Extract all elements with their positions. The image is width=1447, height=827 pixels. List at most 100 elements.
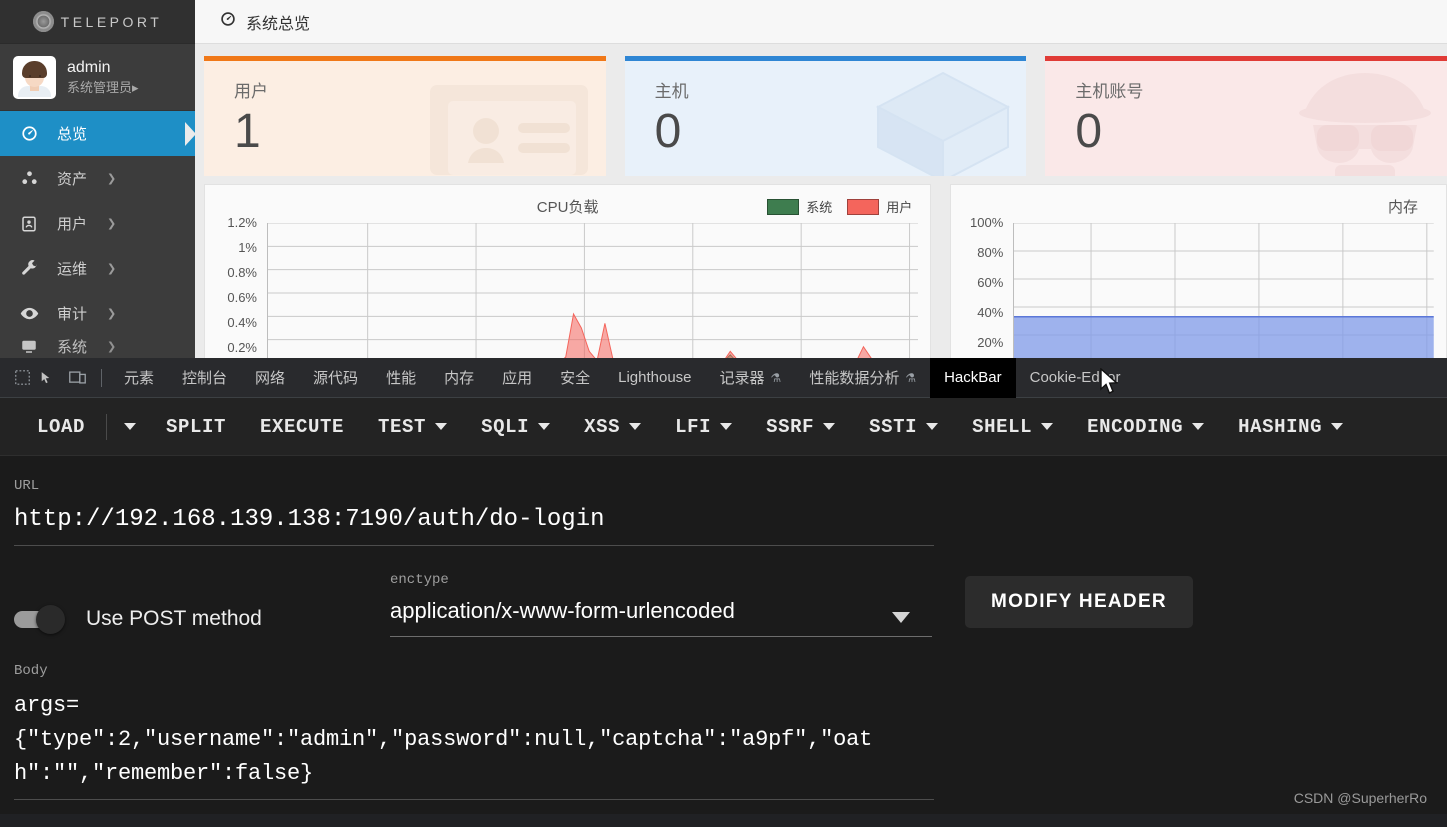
hackbar-ssrf-menu[interactable]: SSRF bbox=[749, 416, 852, 438]
sidebar-item-label: 审计 bbox=[57, 306, 88, 323]
chevron-down-icon[interactable] bbox=[892, 612, 910, 623]
post-method-toggle[interactable] bbox=[14, 605, 70, 634]
dashboard-icon bbox=[18, 124, 40, 143]
dashboard-icon bbox=[219, 10, 237, 33]
toolbar-divider bbox=[101, 368, 102, 387]
hackbar-test-menu[interactable]: TEST bbox=[361, 416, 464, 438]
tab-recorder[interactable]: 记录器 ⚗ bbox=[706, 358, 796, 398]
hackbar-shell-menu[interactable]: SHELL bbox=[955, 416, 1070, 438]
stat-card-hosts[interactable]: 主机 0 bbox=[624, 56, 1027, 176]
tab-sources[interactable]: 源代码 bbox=[299, 358, 372, 398]
sidebar-item-ops[interactable]: 运维 ❯ bbox=[0, 246, 195, 291]
hackbar-split-button[interactable]: SPLIT bbox=[149, 416, 243, 438]
tab-application[interactable]: 应用 bbox=[488, 358, 546, 398]
cursor-arrow-icon bbox=[29, 364, 61, 392]
id-card-art-icon bbox=[426, 81, 592, 176]
menu-divider bbox=[106, 413, 108, 440]
ytick: 20% bbox=[977, 335, 1004, 350]
screenshot-root: TELEPORT admin 系统管理员▸ 总览 资产 ❯ 用户 ❯ 运维 ❯ … bbox=[0, 0, 1447, 827]
sidebar-item-system[interactable]: 系统 ❯ bbox=[0, 336, 195, 356]
enctype-label: enctype bbox=[390, 572, 449, 588]
brand-name: TELEPORT bbox=[60, 13, 163, 30]
ytick: 100% bbox=[970, 215, 1004, 230]
sidebar-item-label: 资产 bbox=[57, 171, 88, 188]
tab-security[interactable]: 安全 bbox=[546, 358, 604, 398]
tab-performance-insights[interactable]: 性能数据分析 ⚗ bbox=[795, 358, 930, 398]
tab-performance[interactable]: 性能 bbox=[372, 358, 430, 398]
hackbar-lfi-menu[interactable]: LFI bbox=[658, 416, 749, 438]
chevron-down-icon bbox=[926, 423, 939, 430]
chevron-right-icon: ❯ bbox=[107, 263, 117, 275]
hackbar-xss-menu[interactable]: XSS bbox=[567, 416, 658, 438]
sidebar-item-label: 系统 bbox=[57, 338, 88, 356]
sidebar-item-users[interactable]: 用户 ❯ bbox=[0, 201, 195, 246]
cube-art-icon bbox=[868, 67, 1018, 176]
sidebar-item-assets[interactable]: 资产 ❯ bbox=[0, 156, 195, 201]
hackbar-sqli-menu[interactable]: SQLI bbox=[464, 416, 567, 438]
flask-icon: ⚗ bbox=[905, 370, 917, 385]
chart-title: 内存 bbox=[1387, 199, 1418, 216]
hackbar-ssti-menu[interactable]: SSTI bbox=[852, 416, 955, 438]
device-toolbar-icon[interactable] bbox=[61, 364, 93, 392]
sidebar-item-overview[interactable]: 总览 bbox=[0, 111, 195, 156]
enctype-select-group[interactable]: enctype application/x-www-form-urlencode… bbox=[390, 572, 932, 637]
ytick: 1% bbox=[238, 240, 257, 255]
tab-network[interactable]: 网络 bbox=[241, 358, 299, 398]
user-role: 系统管理员▸ bbox=[67, 79, 139, 95]
user-name: admin bbox=[67, 58, 111, 76]
avatar bbox=[13, 55, 56, 99]
tab-memory[interactable]: 内存 bbox=[430, 358, 488, 398]
hackbar-panel: LOAD SPLIT EXECUTE TEST SQLI XSS LFI SSR… bbox=[0, 398, 1447, 814]
teleport-logo-icon bbox=[32, 11, 54, 32]
hackbar-load-button[interactable]: LOAD bbox=[20, 416, 102, 438]
enctype-select[interactable]: application/x-www-form-urlencoded bbox=[390, 588, 932, 624]
user-profile[interactable]: admin 系统管理员▸ bbox=[0, 44, 195, 111]
page-header: 系统总览 bbox=[195, 0, 1447, 44]
hackbar-encoding-menu[interactable]: ENCODING bbox=[1070, 416, 1221, 438]
legend-item-system[interactable]: 系统 bbox=[767, 197, 832, 216]
spy-art-icon bbox=[1285, 67, 1445, 176]
ytick: 0.8% bbox=[227, 265, 257, 280]
chevron-down-icon bbox=[1331, 423, 1344, 430]
hackbar-load-dropdown[interactable] bbox=[111, 423, 149, 430]
legend-label: 用户 bbox=[886, 200, 913, 215]
body-input[interactable]: args= {"type":2,"username":"admin","pass… bbox=[14, 679, 1447, 791]
hackbar-hashing-menu[interactable]: HASHING bbox=[1221, 416, 1360, 438]
stat-card-host-accounts[interactable]: 主机账号 0 bbox=[1045, 56, 1447, 176]
sidebar-item-audit[interactable]: 审计 ❯ bbox=[0, 291, 195, 336]
memory-chart: 内存 100% 80% 60% 40% 20% bbox=[950, 184, 1447, 358]
sidebar-item-label: 总览 bbox=[57, 126, 88, 143]
legend-swatch bbox=[767, 198, 800, 215]
chevron-down-icon bbox=[538, 423, 551, 430]
hackbar-menubar: LOAD SPLIT EXECUTE TEST SQLI XSS LFI SSR… bbox=[0, 398, 1447, 456]
body-line-3: h":"","remember":false} bbox=[14, 761, 314, 786]
legend-swatch bbox=[847, 198, 880, 215]
tab-cookie-editor[interactable]: Cookie-Editor bbox=[1016, 358, 1135, 398]
flask-icon: ⚗ bbox=[770, 370, 782, 385]
legend-label: 系统 bbox=[806, 200, 833, 215]
cpu-load-chart: CPU负载 系统 用户 1.2% 1% 0.8% 0.6% 0.4% 0.2% bbox=[204, 184, 932, 358]
watermark: CSDN @SuperherRo bbox=[1293, 790, 1427, 806]
hackbar-execute-button[interactable]: EXECUTE bbox=[243, 416, 361, 438]
tab-console[interactable]: 控制台 bbox=[168, 358, 241, 398]
chevron-down-icon bbox=[124, 423, 137, 430]
modify-header-button[interactable]: MODIFY HEADER bbox=[965, 575, 1193, 628]
ytick: 0.6% bbox=[227, 290, 257, 305]
wrench-icon bbox=[18, 259, 40, 278]
chevron-right-icon: ❯ bbox=[107, 173, 117, 185]
body-line-2: {"type":2,"username":"admin","password":… bbox=[14, 727, 873, 752]
options-row: Use POST method enctype application/x-ww… bbox=[14, 546, 1447, 637]
stat-card-row: 用户 1 主机 0 主机账号 0 bbox=[195, 44, 1447, 176]
tab-lighthouse[interactable]: Lighthouse bbox=[604, 358, 705, 398]
sidebar-item-label: 用户 bbox=[57, 216, 88, 233]
devtools-panel: 元素 控制台 网络 源代码 性能 内存 应用 安全 Lighthouse 记录器… bbox=[0, 357, 1447, 827]
sidebar: TELEPORT admin 系统管理员▸ 总览 资产 ❯ 用户 ❯ 运维 ❯ … bbox=[0, 0, 195, 358]
url-input[interactable]: http://192.168.139.138:7190/auth/do-logi… bbox=[14, 494, 1447, 533]
ytick: 0.2% bbox=[227, 340, 257, 355]
tab-hackbar[interactable]: HackBar bbox=[930, 357, 1016, 398]
legend-item-user[interactable]: 用户 bbox=[847, 197, 912, 216]
stat-card-users[interactable]: 用户 1 bbox=[204, 56, 606, 176]
cpu-grid bbox=[267, 223, 918, 358]
tab-elements[interactable]: 元素 bbox=[110, 358, 168, 398]
post-method-toggle-group[interactable]: Use POST method bbox=[14, 605, 390, 637]
